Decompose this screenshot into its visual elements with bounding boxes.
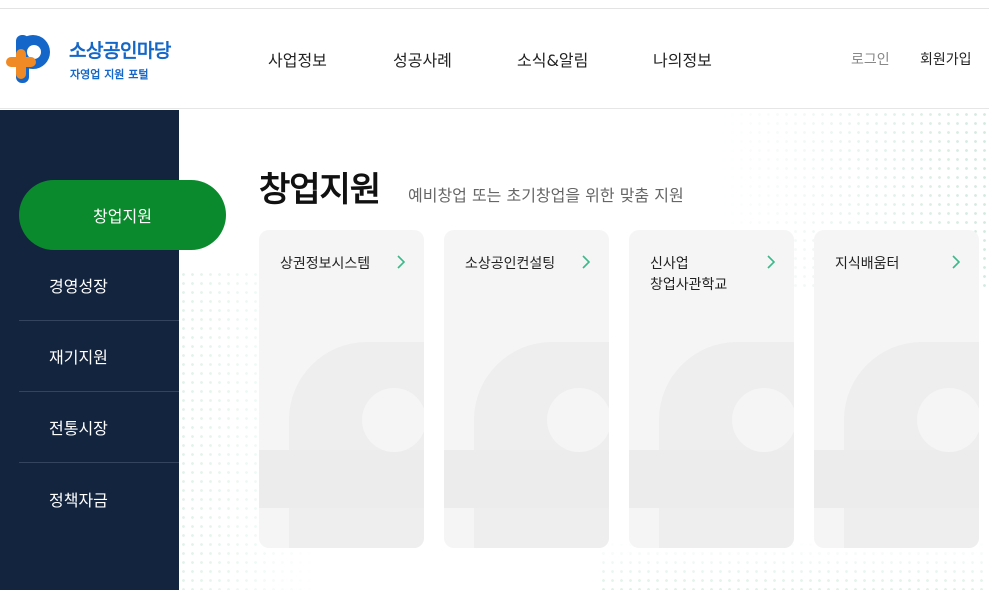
sidebar-item-business-growth[interactable]: 경영성장 <box>19 250 179 321</box>
signup-link[interactable]: 회원가입 <box>920 49 972 69</box>
p-watermark-icon <box>259 342 424 548</box>
site-logo[interactable]: 소상공인마당 자영업 지원 포털 <box>6 35 196 89</box>
card-knowledge-learning[interactable]: 지식배움터 <box>814 230 979 548</box>
main-content: 창업지원 예비창업 또는 초기창업을 위한 맞춤 지원 상권정보시스템 소상공인… <box>179 110 989 590</box>
chevron-right-icon <box>767 255 776 269</box>
chevron-right-icon <box>582 255 591 269</box>
p-plus-logo-icon <box>6 35 50 83</box>
sidebar-item-traditional-market[interactable]: 전통시장 <box>19 392 179 463</box>
p-watermark-icon <box>444 342 609 548</box>
nav-item-business-info[interactable]: 사업정보 <box>268 47 327 71</box>
card-label: 신사업 창업사관학교 <box>650 256 728 293</box>
nav-item-my-info[interactable]: 나의정보 <box>653 47 712 71</box>
chevron-right-icon <box>397 255 406 269</box>
nav-item-news[interactable]: 소식&알림 <box>517 47 588 71</box>
site-header: 소상공인마당 자영업 지원 포털 사업정보 성공사례 소식&알림 나의정보 로그… <box>0 9 989 109</box>
card-small-business-consulting[interactable]: 소상공인컨설팅 <box>444 230 609 548</box>
chevron-right-icon <box>952 255 961 269</box>
card-label: 소상공인컨설팅 <box>465 256 556 272</box>
sidebar-item-policy-fund[interactable]: 정책자금 <box>19 463 179 534</box>
card-new-business-academy[interactable]: 신사업 창업사관학교 <box>629 230 794 548</box>
sidebar: 창업지원 경영성장 재기지원 전통시장 정책자금 <box>0 110 226 590</box>
page-description: 예비창업 또는 초기창업을 위한 맞춤 지원 <box>408 186 684 205</box>
p-watermark-icon <box>814 342 979 548</box>
p-watermark-icon <box>629 342 794 548</box>
sidebar-item-startup-support[interactable]: 창업지원 <box>19 180 226 250</box>
sidebar-item-restart-support[interactable]: 재기지원 <box>19 321 179 392</box>
card-label: 상권정보시스템 <box>280 256 371 272</box>
page-title: 창업지원 <box>259 170 381 210</box>
nav-item-success-stories[interactable]: 성공사례 <box>393 47 452 71</box>
card-commercial-info-system[interactable]: 상권정보시스템 <box>259 230 424 548</box>
card-label: 지식배움터 <box>835 256 900 272</box>
logo-title: 소상공인마당 <box>69 40 171 62</box>
logo-subtitle: 자영업 지원 포털 <box>70 68 149 81</box>
login-link[interactable]: 로그인 <box>851 49 890 69</box>
